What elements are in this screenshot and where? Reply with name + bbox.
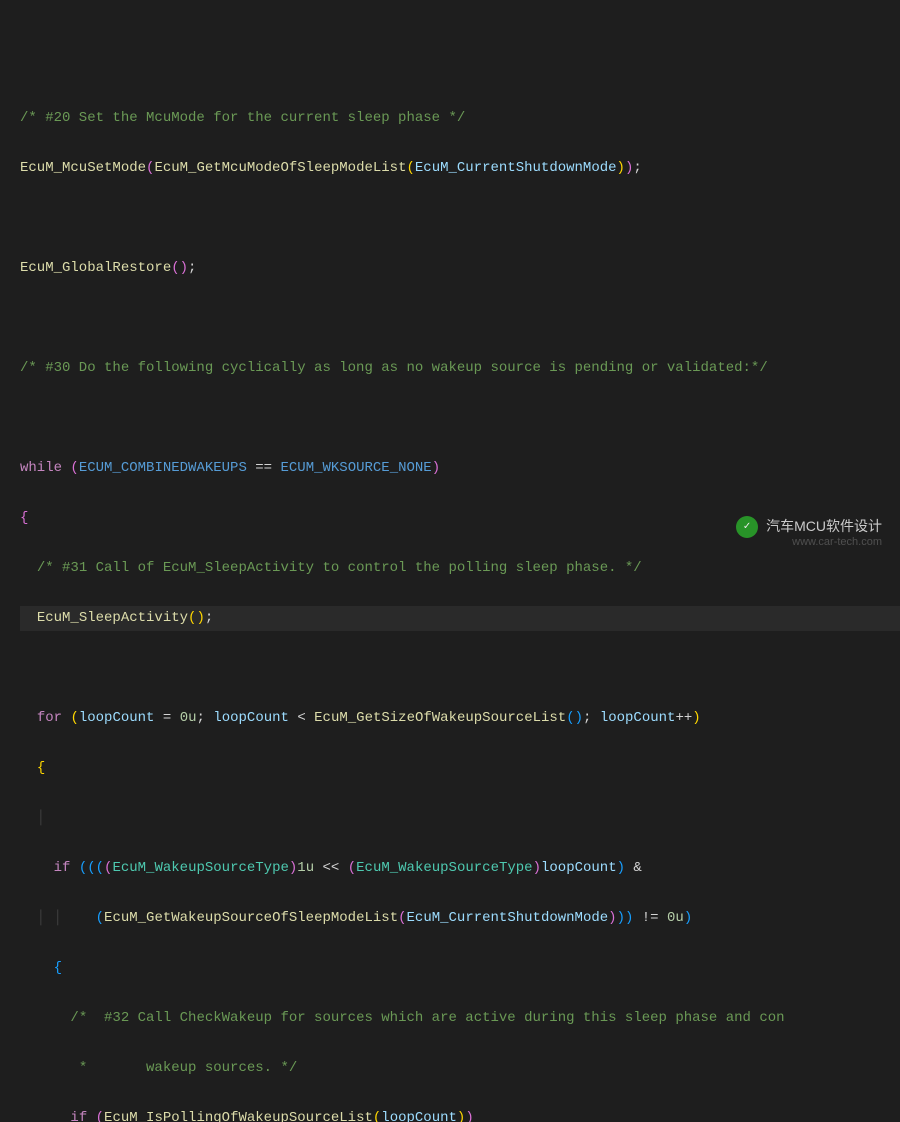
number: 0u (180, 710, 197, 726)
variable: loopCount (213, 710, 289, 726)
type: EcuM_WakeupSourceType (112, 860, 288, 876)
blank-line (20, 406, 900, 431)
function-call: EcuM_GetWakeupSourceOfSleepModeList (104, 910, 398, 926)
code-line: { (20, 956, 900, 981)
code-line: EcuM_McuSetMode(EcuM_GetMcuModeOfSleepMo… (20, 156, 900, 181)
variable: EcuM_CurrentShutdownMode (407, 910, 609, 926)
code-line: /* #20 Set the McuMode for the current s… (20, 106, 900, 131)
variable: EcuM_CurrentShutdownMode (415, 160, 617, 176)
comment: /* #20 Set the McuMode for the current s… (20, 110, 465, 126)
code-line: * wakeup sources. */ (20, 1056, 900, 1081)
watermark-subtext: www.car-tech.com (792, 530, 882, 555)
blank-line (20, 656, 900, 681)
variable: loopCount (79, 710, 155, 726)
comment: * wakeup sources. */ (70, 1060, 297, 1076)
code-line: │ │ (EcuM_GetWakeupSourceOfSleepModeList… (20, 906, 900, 931)
comment: /* #30 Do the following cyclically as lo… (20, 360, 768, 376)
keyword-if: if (54, 860, 71, 876)
code-line: while (ECUM_COMBINEDWAKEUPS == ECUM_WKSO… (20, 456, 900, 481)
code-line: { (20, 756, 900, 781)
comment: /* #32 Call CheckWakeup for sources whic… (70, 1010, 784, 1026)
function-call: EcuM_SleepActivity (37, 610, 188, 626)
keyword-while: while (20, 460, 62, 476)
variable: loopCount (541, 860, 617, 876)
function-call: EcuM_GlobalRestore (20, 260, 171, 276)
code-line-active: EcuM_SleepActivity(); (20, 606, 900, 631)
macro: ECUM_WKSOURCE_NONE (280, 460, 431, 476)
blank-line (20, 206, 900, 231)
blank-line: │ (20, 806, 900, 831)
code-line: EcuM_GlobalRestore(); (20, 256, 900, 281)
code-line: /* #31 Call of EcuM_SleepActivity to con… (20, 556, 900, 581)
keyword-if: if (70, 1110, 87, 1122)
comment: /* #31 Call of EcuM_SleepActivity to con… (37, 560, 642, 576)
code-line: for (loopCount = 0u; loopCount < EcuM_Ge… (20, 706, 900, 731)
code-line: if (EcuM_IsPollingOfWakeupSourceList(loo… (20, 1106, 900, 1122)
macro: ECUM_COMBINEDWAKEUPS (79, 460, 247, 476)
function-call: EcuM_GetSizeOfWakeupSourceList (314, 710, 566, 726)
function-call: EcuM_IsPollingOfWakeupSourceList (104, 1110, 373, 1122)
variable: loopCount (600, 710, 676, 726)
type: EcuM_WakeupSourceType (356, 860, 532, 876)
number: 1u (297, 860, 314, 876)
wechat-icon: ✓ (736, 516, 758, 538)
blank-line (20, 306, 900, 331)
operator: == (255, 460, 272, 476)
function-call: EcuM_GetMcuModeOfSleepModeList (154, 160, 406, 176)
code-line: /* #32 Call CheckWakeup for sources whic… (20, 1006, 900, 1031)
variable: loopCount (381, 1110, 457, 1122)
code-line: if ((((EcuM_WakeupSourceType)1u << (EcuM… (20, 856, 900, 881)
function-call: EcuM_McuSetMode (20, 160, 146, 176)
code-line: /* #30 Do the following cyclically as lo… (20, 356, 900, 381)
number: 0u (667, 910, 684, 926)
keyword-for: for (37, 710, 62, 726)
